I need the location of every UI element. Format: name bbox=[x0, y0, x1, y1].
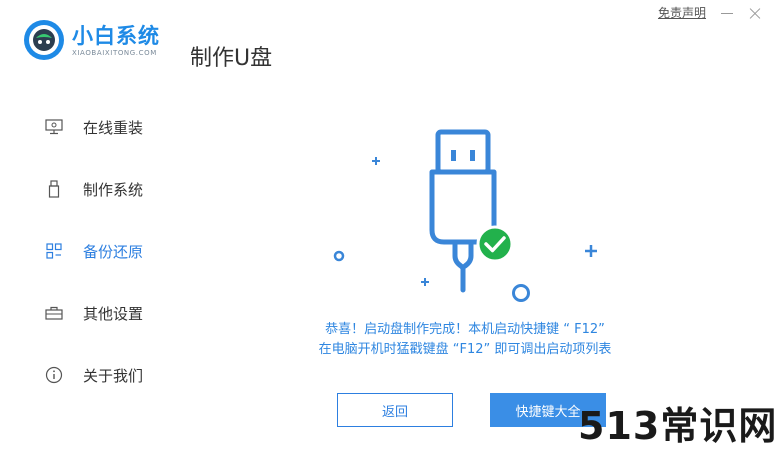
logo-subtitle: XIAOBAIXITONG.COM bbox=[72, 48, 157, 57]
plus-decoration-icon bbox=[372, 157, 380, 165]
sidebar: 在线重装 制作系统 备份还原 其他设置 关于我们 bbox=[0, 96, 180, 406]
back-button[interactable]: 返回 bbox=[337, 393, 453, 427]
app-logo: 小白系统 XIAOBAIXITONG.COM bbox=[22, 18, 160, 62]
message-line-2: 在电脑开机时猛戳键盘 “F12” 即可调出启动项列表 bbox=[318, 342, 612, 357]
sidebar-item-label: 其他设置 bbox=[83, 304, 144, 323]
toolbox-icon bbox=[45, 304, 63, 322]
usb-icon bbox=[45, 180, 63, 198]
success-check-icon bbox=[476, 225, 514, 263]
sidebar-item-other-settings[interactable]: 其他设置 bbox=[0, 282, 180, 344]
sidebar-item-backup-restore[interactable]: 备份还原 bbox=[0, 220, 180, 282]
monitor-icon bbox=[45, 118, 63, 136]
info-icon bbox=[45, 366, 63, 384]
grid-icon bbox=[45, 242, 63, 260]
window-controls: 免责声明 bbox=[658, 4, 762, 21]
logo-name: 小白系统 bbox=[72, 23, 160, 48]
usb-success-illustration bbox=[333, 129, 597, 302]
sidebar-item-about-us[interactable]: 关于我们 bbox=[0, 344, 180, 406]
message-line-1: 恭喜！启动盘制作完成！本机启动快捷键 “ F12” bbox=[325, 322, 605, 337]
completion-message: 恭喜！启动盘制作完成！本机启动快捷键 “ F12” 在电脑开机时猛戳键盘 “F1… bbox=[290, 320, 640, 360]
sidebar-item-label: 关于我们 bbox=[83, 366, 144, 385]
logo-icon bbox=[24, 20, 64, 60]
sidebar-item-label: 在线重装 bbox=[83, 118, 144, 137]
sidebar-item-label: 制作系统 bbox=[83, 180, 144, 199]
watermark: 513常识网 bbox=[578, 404, 778, 448]
sidebar-item-online-reinstall[interactable]: 在线重装 bbox=[0, 96, 180, 158]
plus-decoration-icon bbox=[421, 278, 429, 286]
close-icon[interactable] bbox=[748, 6, 762, 20]
minimize-icon[interactable] bbox=[720, 6, 734, 20]
circle-decoration-icon bbox=[333, 250, 345, 262]
circle-decoration-icon bbox=[512, 284, 530, 302]
usb-drive-icon bbox=[429, 129, 497, 293]
disclaimer-link[interactable]: 免责声明 bbox=[658, 4, 706, 21]
sidebar-item-make-system[interactable]: 制作系统 bbox=[0, 158, 180, 220]
page-title: 制作U盘 bbox=[190, 46, 273, 71]
plus-decoration-icon bbox=[585, 245, 597, 257]
sidebar-item-label: 备份还原 bbox=[83, 242, 144, 261]
